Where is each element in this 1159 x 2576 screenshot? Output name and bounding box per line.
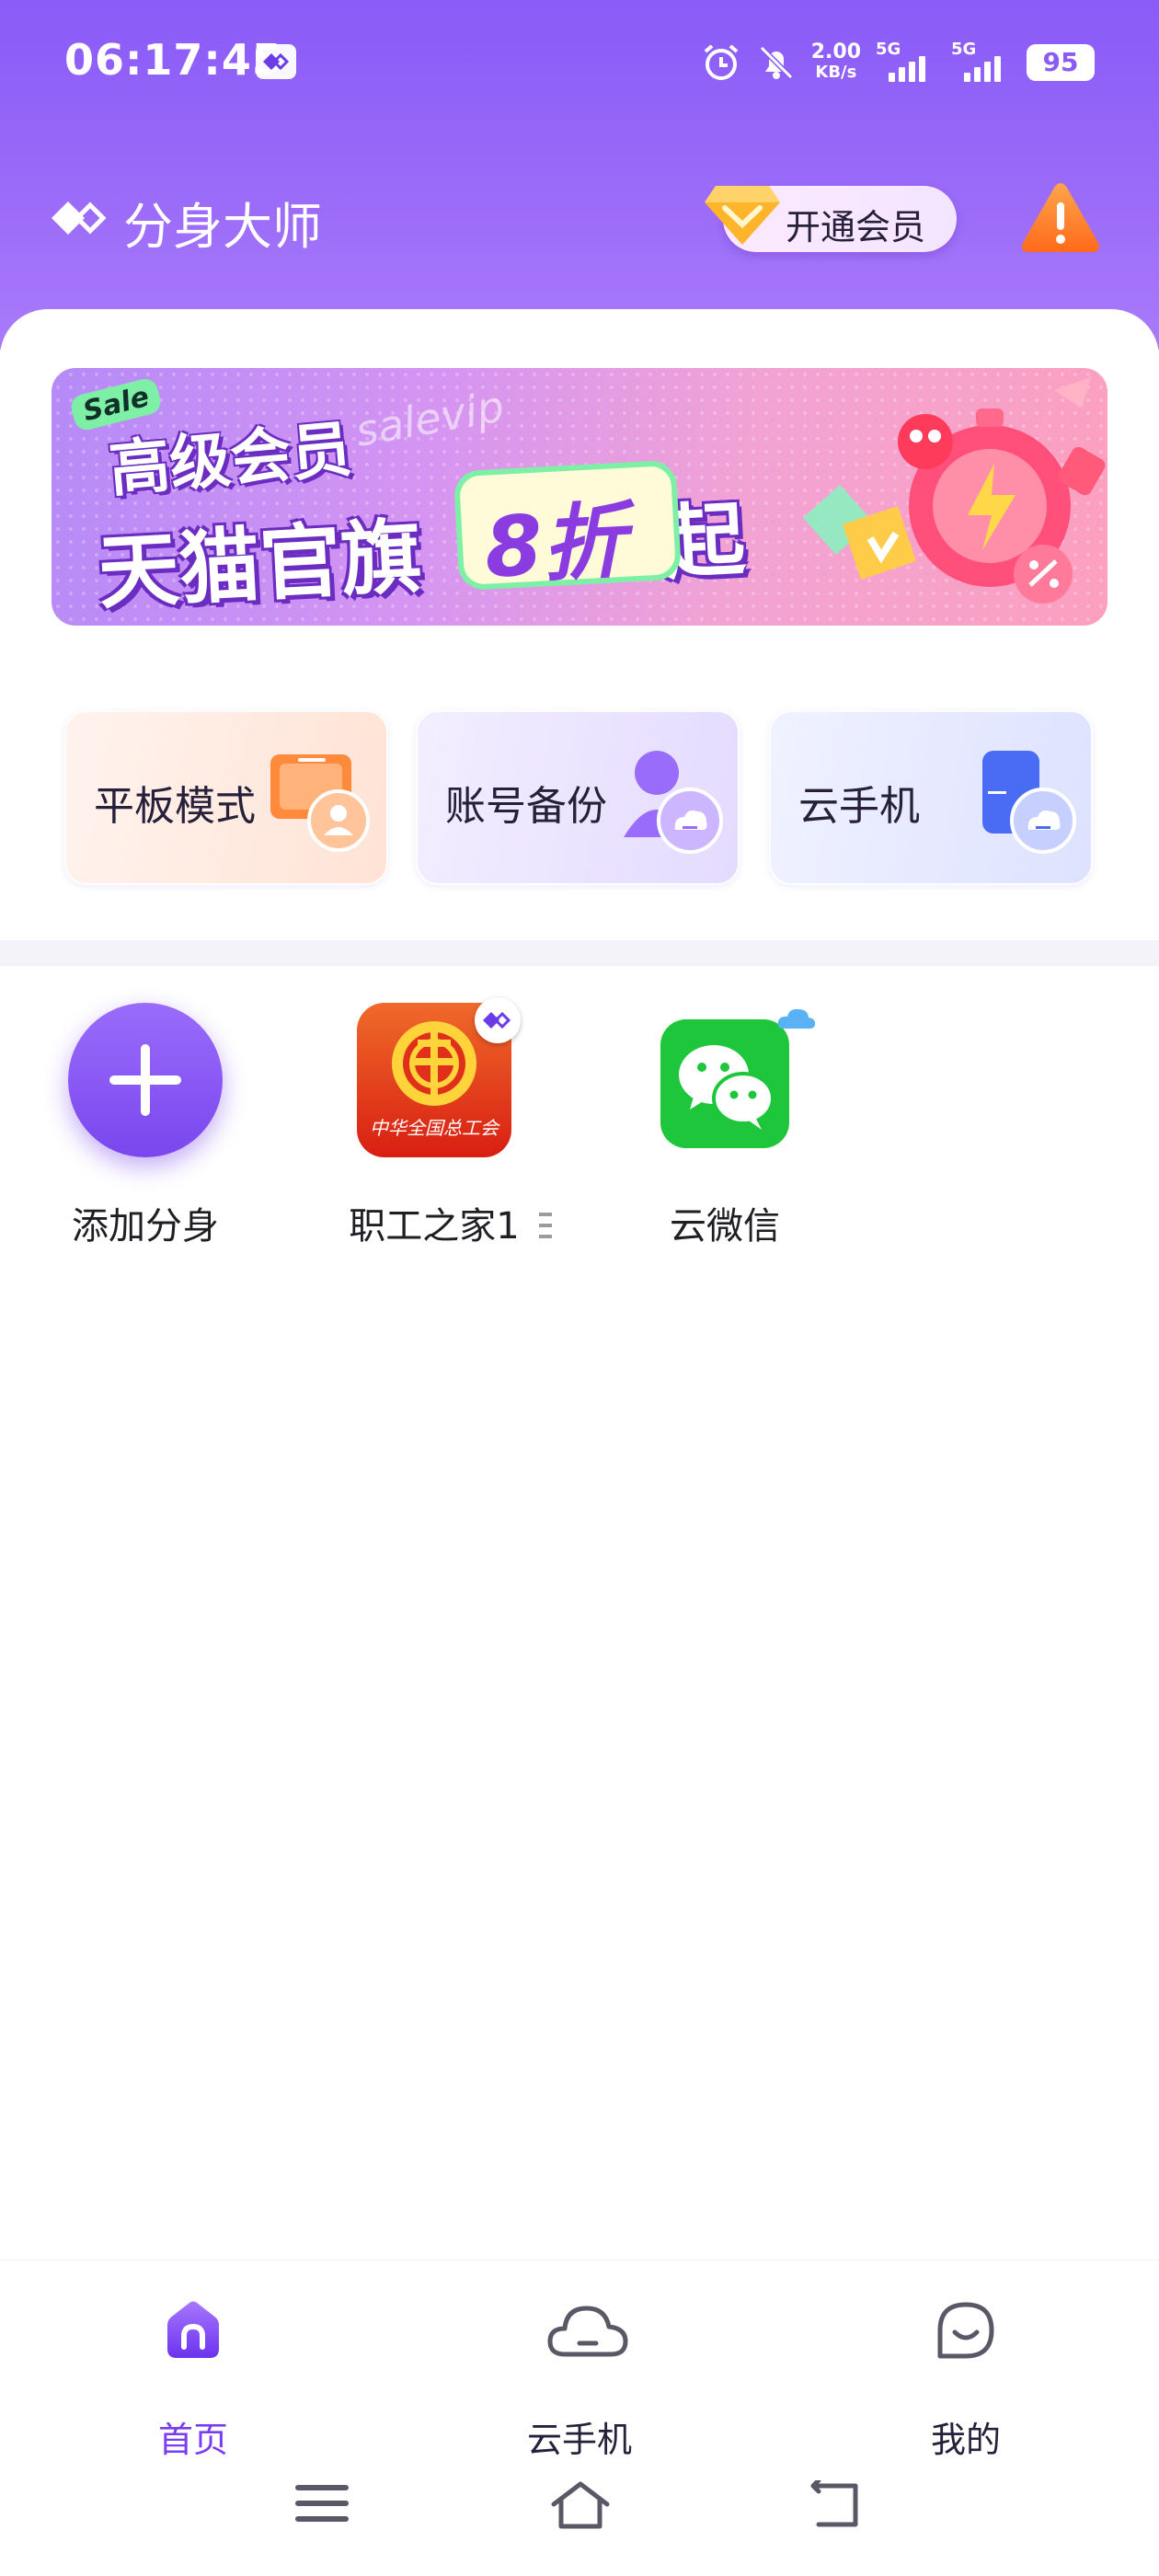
bottom-navigation: 首页 云手机 我的 bbox=[0, 2260, 1159, 2460]
section-divider bbox=[0, 940, 1159, 966]
promo-banner[interactable]: salevip 高级会员 天猫官旗起 8折 Sale bbox=[52, 368, 1107, 626]
add-clone-button[interactable] bbox=[68, 1003, 223, 1157]
plus-icon bbox=[109, 1044, 181, 1116]
tablet-mode-label: 平板模式 bbox=[94, 783, 256, 830]
clone-badge-icon bbox=[475, 997, 521, 1043]
app-menu-icon[interactable] bbox=[535, 1207, 557, 1244]
cloud-phone-tile[interactable]: 云手机 bbox=[769, 710, 1093, 885]
signal-icon-sim1: 5G bbox=[876, 40, 936, 86]
nav-cloud-phone[interactable]: 云手机 bbox=[488, 2297, 671, 2460]
add-clone-icon-wrap bbox=[68, 1003, 223, 1157]
cloud-icon bbox=[547, 2306, 628, 2357]
app-cloud-wechat[interactable]: 云微信 bbox=[614, 1003, 835, 1251]
back-button-icon[interactable] bbox=[809, 2480, 865, 2530]
union-icon-text: 中华全国总工会 bbox=[370, 1117, 499, 1139]
home-icon bbox=[167, 2301, 219, 2358]
discount-pill: 8折 bbox=[453, 459, 683, 597]
nav-mine[interactable]: 我的 bbox=[874, 2297, 1058, 2460]
tablet-mode-tile[interactable]: 平板模式 bbox=[64, 710, 388, 885]
battery-indicator: 95 bbox=[1027, 44, 1095, 81]
app-union-home[interactable]: 中华全国总工会 职工之家1 bbox=[324, 997, 545, 1251]
banner-subheadline-prefix: 天猫官旗 bbox=[96, 509, 425, 621]
app-title: 分身大师 bbox=[123, 198, 322, 256]
app-running-icon bbox=[256, 44, 296, 79]
status-time: 06:17:45 bbox=[64, 35, 282, 85]
open-vip-label: 开通会员 bbox=[786, 207, 926, 247]
signal-icon-sim2: 5G bbox=[951, 40, 1012, 86]
app-logo-icon bbox=[52, 201, 107, 235]
status-bar: 06:17:45 2.00 KB/s 5G 5G 95 bbox=[0, 0, 1159, 125]
cloud-phone-label: 云手机 bbox=[798, 783, 920, 830]
cloud-badge-icon bbox=[777, 1008, 816, 1029]
alarm-icon bbox=[704, 44, 739, 80]
network-speed: 2.00 KB/s bbox=[811, 42, 861, 83]
home-button-icon[interactable] bbox=[548, 2480, 613, 2532]
wechat-icon-wrap bbox=[660, 1003, 816, 1148]
mute-bell-icon bbox=[759, 45, 793, 80]
nav-home[interactable]: 首页 bbox=[101, 2297, 285, 2460]
app-name: 云微信 bbox=[670, 1205, 780, 1248]
user-cloud-icon bbox=[624, 751, 723, 854]
phone-cloud-icon bbox=[982, 751, 1076, 854]
wechat-app-icon bbox=[660, 1008, 816, 1148]
status-indicators: 2.00 KB/s 5G 5G 95 bbox=[701, 37, 1095, 88]
wechat-bubbles-icon bbox=[679, 1045, 775, 1130]
warning-icon[interactable] bbox=[1021, 180, 1100, 256]
discount-text: 8折 bbox=[482, 492, 628, 597]
system-navigation-bar bbox=[0, 2447, 1159, 2576]
app-name: 职工之家1 bbox=[349, 1205, 520, 1248]
smile-profile-icon bbox=[937, 2302, 994, 2359]
app-name: 添加分身 bbox=[72, 1205, 219, 1248]
network-speed-value: 2.00 bbox=[810, 40, 861, 63]
account-backup-tile[interactable]: 账号备份 bbox=[416, 710, 740, 885]
recent-apps-icon[interactable] bbox=[294, 2480, 350, 2526]
account-backup-label: 账号备份 bbox=[445, 783, 607, 830]
network-speed-unit: KB/s bbox=[815, 63, 857, 82]
tablet-user-icon bbox=[270, 754, 370, 852]
stopwatch-illustration-icon bbox=[802, 377, 1106, 604]
vip-diamond-icon bbox=[705, 186, 780, 245]
union-icon-wrap: 中华全国总工会 bbox=[357, 997, 521, 1157]
add-clone-app[interactable]: 添加分身 bbox=[35, 1003, 256, 1251]
